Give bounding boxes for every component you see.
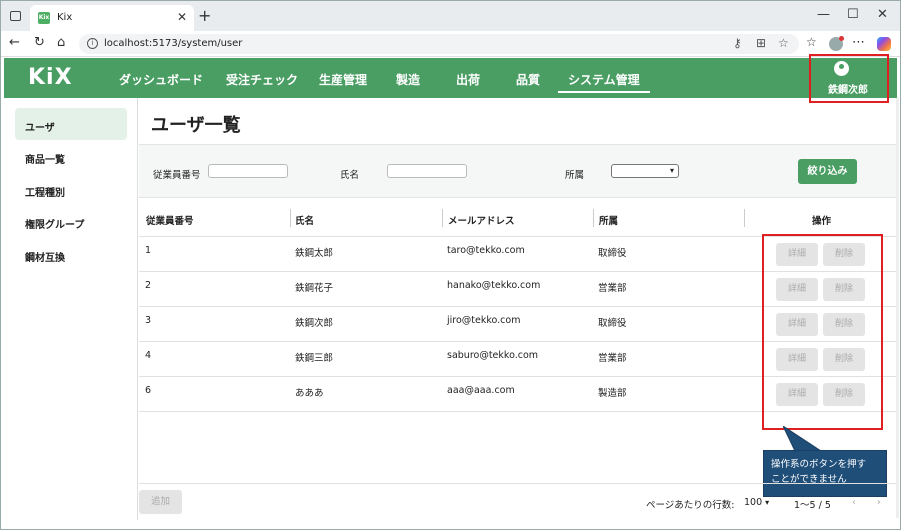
name-label: 氏名 (340, 170, 360, 181)
split-screen-icon[interactable]: ⊞ (756, 36, 766, 50)
next-page-icon[interactable]: › (877, 497, 881, 508)
prev-page-icon[interactable]: ‹ (852, 497, 856, 508)
header-dept[interactable]: 所属 (599, 213, 618, 227)
notification-dot (839, 36, 844, 41)
key-icon[interactable]: ⚷ (733, 36, 742, 50)
user-highlight-box (809, 54, 889, 103)
column-separator (744, 209, 745, 227)
chevron-down-icon: ▾ (669, 166, 674, 175)
callout-line-2: ことができません (771, 474, 847, 485)
more-icon[interactable]: ⋯ (852, 35, 865, 50)
cell-dept: 製造部 (598, 388, 627, 399)
cell-name: 鉄鋼三郎 (295, 353, 334, 364)
filter-button[interactable]: 絞り込み (798, 159, 857, 184)
cell-dept: 取締役 (598, 318, 627, 329)
close-tab-icon[interactable]: ✕ (177, 10, 187, 24)
cell-dept: 営業部 (598, 353, 627, 364)
actions-highlight-box (762, 234, 883, 430)
cell-employee-no: 4 (145, 350, 152, 361)
cell-email: saburo@tekko.com (447, 350, 539, 361)
menu-order-check[interactable]: 受注チェック (226, 71, 298, 88)
header-name[interactable]: 氏名 (295, 213, 314, 227)
close-window-icon[interactable]: ✕ (877, 7, 888, 22)
page-title: ユーザ一覧 (151, 115, 241, 136)
employee-no-label: 従業員番号 (153, 170, 201, 181)
footer-divider (139, 483, 897, 484)
cell-email: hanako@tekko.com (447, 280, 541, 291)
menu-quality[interactable]: 品質 (516, 71, 540, 88)
sidebar-item-process-types[interactable]: 工程種別 (15, 173, 127, 205)
dept-label: 所属 (565, 170, 585, 181)
sidebar: ユーザ 商品一覧 工程種別 権限グループ 鋼材互換 (4, 98, 138, 520)
cell-email: jiro@tekko.com (447, 315, 521, 326)
app-logo[interactable]: KiX (28, 65, 73, 90)
tab-actions-icon[interactable] (10, 11, 21, 21)
menu-manufacturing[interactable]: 製造 (396, 71, 420, 88)
column-separator (442, 209, 443, 227)
tab-title: Kix (57, 12, 73, 23)
cell-dept: 取締役 (598, 248, 627, 259)
callout-line-1: 操作系のボタンを押す (771, 459, 867, 470)
cell-name: あああ (295, 388, 324, 399)
url-text[interactable]: localhost:5173/system/user (104, 38, 242, 49)
address-bar[interactable]: i localhost:5173/system/user ⚷ ⊞ ☆ (79, 34, 799, 54)
cell-employee-no: 2 (145, 280, 152, 291)
favorites-icon[interactable]: ☆ (806, 35, 817, 49)
cell-employee-no: 1 (145, 245, 152, 256)
cell-email: taro@tekko.com (447, 245, 525, 256)
rows-per-page-value: 100 (744, 497, 763, 508)
pagination-range: 1〜5 / 5 (794, 500, 831, 511)
reload-icon[interactable]: ↻ (34, 35, 45, 50)
vertical-scrollbar[interactable] (896, 98, 899, 518)
back-icon[interactable]: ← (9, 35, 20, 50)
callout-pointer (783, 426, 823, 452)
add-button[interactable]: 追加 (139, 490, 182, 514)
name-input[interactable] (387, 164, 467, 178)
minimize-icon[interactable]: — (817, 7, 830, 22)
annotation-callout: 操作系のボタンを押す ことができません (763, 450, 887, 497)
rows-per-page-label: ページあたりの行数: (646, 500, 735, 511)
favicon-icon: Kix (38, 12, 50, 24)
column-separator (290, 209, 291, 227)
rows-per-page-select[interactable]: 100 ▾ (744, 497, 769, 508)
header-employee-no[interactable]: 従業員番号 (146, 213, 194, 227)
column-separator (593, 209, 594, 227)
dept-select[interactable]: ▾ (611, 164, 679, 178)
browser-tab[interactable]: Kix Kix ✕ (30, 5, 194, 31)
home-icon[interactable]: ⌂ (57, 35, 65, 50)
header-email[interactable]: メールアドレス (448, 213, 515, 227)
copilot-icon[interactable] (877, 37, 891, 51)
sidebar-item-user[interactable]: ユーザ (15, 108, 127, 140)
cell-name: 鉄鋼花子 (295, 283, 334, 294)
menu-dashboard[interactable]: ダッシュボード (119, 71, 203, 88)
app-header: KiX ダッシュボード 受注チェック 生産管理 製造 出荷 品質 システム管理 (4, 58, 897, 98)
new-tab-icon[interactable]: + (198, 6, 211, 25)
site-info-icon[interactable]: i (87, 38, 98, 49)
cell-dept: 営業部 (598, 283, 627, 294)
cell-name: 鉄鋼太郎 (295, 248, 334, 259)
cell-email: aaa@aaa.com (447, 385, 515, 396)
active-menu-indicator (558, 91, 650, 93)
sidebar-item-steel-compat[interactable]: 鋼材互換 (15, 238, 127, 270)
favorite-star-icon[interactable]: ☆ (778, 36, 789, 50)
maximize-icon[interactable]: ☐ (847, 7, 859, 22)
cell-employee-no: 6 (145, 385, 152, 396)
sidebar-item-permission-groups[interactable]: 権限グループ (15, 205, 127, 237)
header-actions: 操作 (812, 216, 832, 227)
tab-strip: Kix Kix ✕ + — ☐ ✕ (1, 1, 900, 31)
chevron-down-icon: ▾ (765, 498, 770, 507)
navigation-bar: ← ↻ ⌂ i localhost:5173/system/user ⚷ ⊞ ☆… (1, 31, 900, 57)
employee-no-input[interactable] (208, 164, 288, 178)
cell-name: 鉄鋼次郎 (295, 318, 334, 329)
browser-window: Kix Kix ✕ + — ☐ ✕ ← ↻ ⌂ i localhost:5173… (0, 0, 901, 530)
cell-employee-no: 3 (145, 315, 152, 326)
menu-production[interactable]: 生産管理 (319, 71, 367, 88)
sidebar-item-products[interactable]: 商品一覧 (15, 140, 127, 172)
menu-system-admin[interactable]: システム管理 (568, 71, 640, 88)
menu-shipping[interactable]: 出荷 (456, 71, 480, 88)
